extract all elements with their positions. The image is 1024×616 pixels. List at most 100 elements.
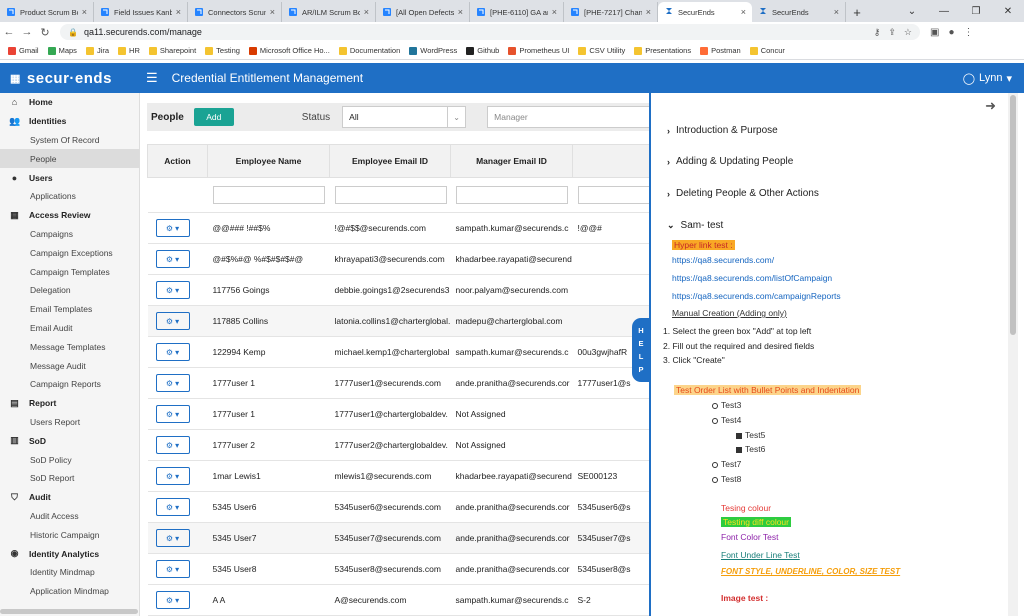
- row-actions-button[interactable]: ⚙ ▾: [155, 219, 190, 237]
- browser-tab[interactable]: SecurEnds ×: [752, 2, 846, 22]
- bookmark-item[interactable]: Documentation: [338, 46, 400, 55]
- bookmark-item[interactable]: Jira: [85, 46, 109, 55]
- browser-tab[interactable]: SecurEnds ×: [658, 2, 752, 22]
- row-actions-button[interactable]: ⚙ ▾: [155, 312, 190, 330]
- column-header[interactable]: Employee Email ID: [329, 144, 451, 178]
- column-header[interactable]: Action: [147, 144, 208, 178]
- sidebar-section-report[interactable]: ▤ Report: [0, 394, 139, 413]
- sidebar-item-sod-report[interactable]: SoD Report: [0, 469, 139, 488]
- bookmark-item[interactable]: Testing: [205, 46, 240, 55]
- table-row[interactable]: ⚙ ▾ 117756 Goings debbie.goings1@2securends…: [147, 274, 650, 306]
- table-row[interactable]: ⚙ ▾ 117885 Collins latonia.collins1@charter…: [147, 305, 650, 337]
- column-header[interactable]: Employee: [572, 144, 650, 178]
- table-row[interactable]: ⚙ ▾ 1mar Lewis1 mlewis1@securends.com khadar…: [147, 460, 650, 492]
- hamburger-menu-icon[interactable]: ☰: [146, 70, 158, 86]
- table-row[interactable]: ⚙ ▾ 5345 User6 5345user6@securends.com ande.…: [147, 491, 650, 523]
- accordion-sam-test[interactable]: ⌄ Sam- test: [667, 220, 723, 231]
- star-icon[interactable]: ☆: [904, 27, 912, 38]
- row-actions-button[interactable]: ⚙ ▾: [155, 343, 190, 361]
- table-row[interactable]: ⚙ ▾ 1777user 1 1777user1@securends.com ande.…: [147, 367, 650, 399]
- row-actions-button[interactable]: ⚙ ▾: [155, 374, 190, 392]
- sidebar-section-sod[interactable]: ▥ SoD: [0, 431, 139, 450]
- table-row[interactable]: ⚙ ▾ 122994 Kemp michael.kemp1@charterglobal…: [147, 336, 650, 368]
- sidebar-item-campaign-templates[interactable]: Campaign Templates: [0, 262, 139, 281]
- accordion-introduction[interactable]: › Introduction & Purpose: [667, 125, 778, 136]
- sidebar-item-users-report[interactable]: Users Report: [0, 413, 139, 432]
- help-link[interactable]: https://qa8.securends.com/campaignReport…: [672, 291, 841, 301]
- table-row[interactable]: ⚙ ▾ @@### !##$% !@#$$@securends.com sampath.…: [147, 212, 650, 244]
- column-filter-input[interactable]: [212, 186, 325, 204]
- sidebar-item-message-templates[interactable]: Message Templates: [0, 337, 139, 356]
- sidebar-section-identity-analytics[interactable]: ◉ Identity Analytics: [0, 544, 139, 563]
- back-icon[interactable]: ←: [0, 26, 18, 38]
- sidebar-item-message-audit[interactable]: Message Audit: [0, 356, 139, 375]
- new-tab-icon[interactable]: +: [846, 2, 868, 22]
- collapse-arrow-icon[interactable]: ➜: [985, 98, 996, 114]
- restore-icon[interactable]: ❐: [960, 0, 992, 22]
- sidebar-item-sod-policy[interactable]: SoD Policy: [0, 450, 139, 469]
- close-tab-icon[interactable]: ×: [364, 7, 369, 17]
- bookmark-item[interactable]: CSV Utility: [578, 46, 625, 55]
- key-icon[interactable]: ⚷: [874, 27, 881, 38]
- bookmark-item[interactable]: Github: [466, 46, 499, 55]
- bookmark-item[interactable]: Gmail: [8, 46, 39, 55]
- row-actions-button[interactable]: ⚙ ▾: [155, 498, 190, 516]
- row-actions-button[interactable]: ⚙ ▾: [155, 281, 190, 299]
- row-actions-button[interactable]: ⚙ ▾: [155, 250, 190, 268]
- row-actions-button[interactable]: ⚙ ▾: [155, 529, 190, 547]
- bookmark-item[interactable]: Prometheus UI: [508, 46, 569, 55]
- help-link[interactable]: https://qa8.securends.com/listOfCampaign: [672, 273, 832, 283]
- browser-tab[interactable]: Product Scrum Bo ×: [0, 2, 94, 22]
- sidebar-item-system-of-record[interactable]: System Of Record: [0, 131, 139, 150]
- sidebar-item-campaigns[interactable]: Campaigns: [0, 225, 139, 244]
- browser-tab[interactable]: AR/ILM Scrum Bo ×: [282, 2, 376, 22]
- help-link[interactable]: https://qa8.securends.com/: [672, 255, 774, 265]
- status-select[interactable]: All ⌄: [342, 106, 467, 128]
- menu-dots-icon[interactable]: ⋮: [964, 27, 974, 38]
- url-field[interactable]: 🔒 qa11.securends.com/manage ⚷ ⇪ ☆: [60, 24, 920, 40]
- close-tab-icon[interactable]: ×: [834, 7, 839, 17]
- row-actions-button[interactable]: ⚙ ▾: [155, 591, 190, 609]
- column-filter-input[interactable]: [334, 186, 447, 204]
- sidebar-item-application-mindmap[interactable]: Application Mindmap: [0, 582, 139, 601]
- column-filter-input[interactable]: [455, 186, 568, 204]
- table-row[interactable]: ⚙ ▾ 1777user 2 1777user2@charterglobaldev. N…: [147, 429, 650, 461]
- column-filter-input[interactable]: [577, 186, 650, 204]
- sidepanel-icon[interactable]: ▣: [930, 27, 939, 38]
- table-row[interactable]: ⚙ ▾ 5345 User7 5345user7@securends.com ande.…: [147, 522, 650, 554]
- apps-grid-icon[interactable]: ▦: [10, 72, 21, 85]
- sidebar-item-email-templates[interactable]: Email Templates: [0, 300, 139, 319]
- share-icon[interactable]: ⇪: [888, 27, 896, 38]
- table-row[interactable]: ⚙ ▾ 1777user 1 1777user1@charterglobaldev. N…: [147, 398, 650, 430]
- row-actions-button[interactable]: ⚙ ▾: [155, 405, 190, 423]
- sidebar-section-home[interactable]: ⌂ Home: [0, 93, 139, 112]
- table-row[interactable]: ⚙ ▾ A A A@securends.com sampath.kumar@secure…: [147, 584, 650, 616]
- sidebar-section-identities[interactable]: 👥 Identities: [0, 112, 139, 131]
- sidebar-scrollbar[interactable]: [0, 609, 138, 614]
- reload-icon[interactable]: ↻: [36, 26, 54, 39]
- bookmark-item[interactable]: WordPress: [409, 46, 457, 55]
- bookmark-item[interactable]: HR: [118, 46, 140, 55]
- close-tab-icon[interactable]: ×: [82, 7, 87, 17]
- help-scrollbar[interactable]: [1008, 93, 1018, 616]
- column-header[interactable]: Manager Email ID: [450, 144, 573, 178]
- minimize-icon[interactable]: —: [928, 0, 960, 22]
- profile-icon[interactable]: ●: [948, 27, 954, 38]
- securends-logo[interactable]: ▦ secur·ends: [10, 70, 112, 87]
- table-row[interactable]: ⚙ ▾ @#$%#@ %#$#$#$#@ khrayapati3@securends.…: [147, 243, 650, 275]
- sidebar-section-audit[interactable]: ⛉ Audit: [0, 488, 139, 507]
- browser-tab[interactable]: Connectors Scrum ×: [188, 2, 282, 22]
- table-row[interactable]: ⚙ ▾ 5345 User8 5345user8@securends.com ande.…: [147, 553, 650, 585]
- chevron-down-icon[interactable]: ⌄: [896, 0, 928, 22]
- browser-tab[interactable]: [PHE-6110] GA ar ×: [470, 2, 564, 22]
- help-side-tab[interactable]: HELP: [632, 318, 650, 382]
- accordion-adding-updating[interactable]: › Adding & Updating People: [667, 156, 793, 167]
- bookmark-item[interactable]: Presentations: [634, 46, 691, 55]
- sidebar-item-identity-mindmap[interactable]: Identity Mindmap: [0, 563, 139, 582]
- sidebar-item-people[interactable]: People: [0, 149, 139, 169]
- accordion-deleting[interactable]: › Deleting People & Other Actions: [667, 188, 819, 199]
- sidebar-item-campaign-reports[interactable]: Campaign Reports: [0, 375, 139, 394]
- bookmark-item[interactable]: Microsoft Office Ho...: [248, 46, 330, 55]
- sidebar-item-email-audit[interactable]: Email Audit: [0, 319, 139, 338]
- row-actions-button[interactable]: ⚙ ▾: [155, 436, 190, 454]
